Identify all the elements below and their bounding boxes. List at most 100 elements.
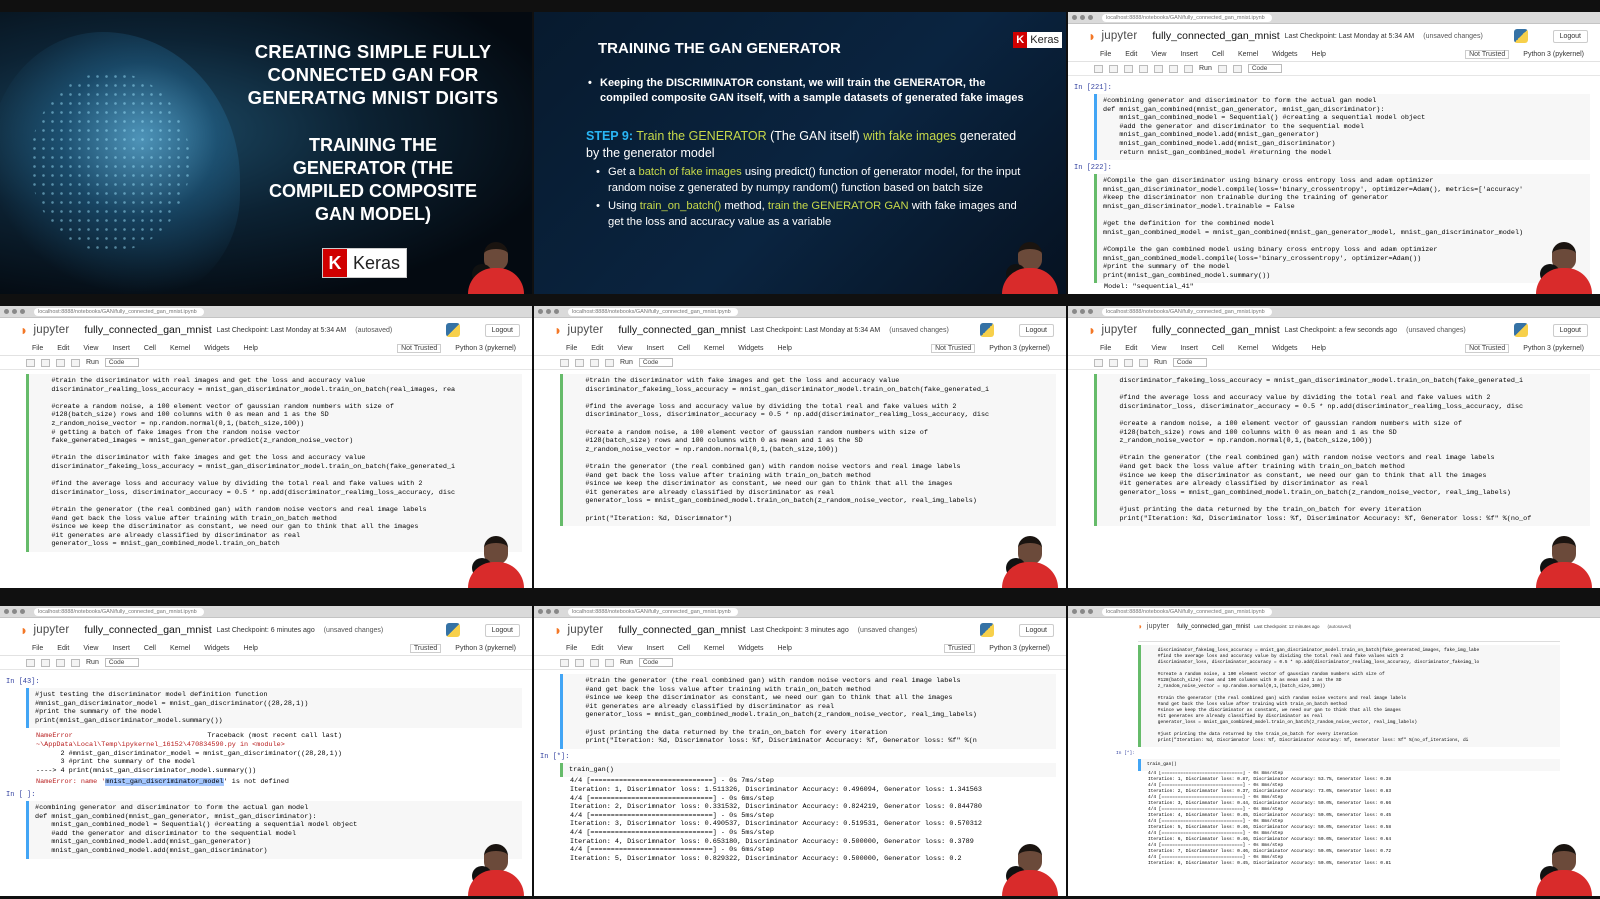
add-cell-icon[interactable] <box>41 358 50 367</box>
menu-widgets[interactable]: Widgets <box>1272 51 1297 58</box>
save-icon[interactable] <box>26 658 35 667</box>
cut-icon[interactable] <box>56 358 65 367</box>
cut-icon[interactable] <box>56 658 65 667</box>
copy-icon[interactable] <box>605 358 614 367</box>
run-button[interactable]: Run <box>86 359 99 366</box>
save-icon[interactable] <box>26 358 35 367</box>
copy-icon[interactable] <box>71 658 80 667</box>
copy-icon[interactable] <box>71 358 80 367</box>
menu-view[interactable]: View <box>1151 345 1166 352</box>
menu-kernel[interactable]: Kernel <box>1238 51 1258 58</box>
menu-widgets[interactable]: Widgets <box>204 345 229 352</box>
menu-widgets[interactable]: Widgets <box>738 345 763 352</box>
logout-button[interactable]: Logout <box>1552 323 1588 337</box>
address-bar[interactable]: localhost:8888/notebooks/GAN/fully_conne… <box>34 607 204 616</box>
notebook-name[interactable]: fully_connected_gan_mnist <box>84 624 211 636</box>
save-icon[interactable] <box>560 358 569 367</box>
code-cell[interactable]: #train the generator (the real combined … <box>560 674 1056 749</box>
address-bar[interactable]: localhost:8888/notebooks/GAN/fully_conne… <box>1102 13 1272 22</box>
address-bar[interactable]: localhost:8888/notebooks/GAN/fully_conne… <box>568 607 738 616</box>
notebook-name[interactable]: fully_connected_gan_mnist <box>618 624 745 636</box>
add-cell-icon[interactable] <box>1109 358 1118 367</box>
move-down-icon[interactable] <box>1184 64 1193 73</box>
menu-edit[interactable]: Edit <box>591 645 603 652</box>
logout-button[interactable]: Logout <box>484 323 520 337</box>
menu-cell[interactable]: Cell <box>678 345 690 352</box>
address-bar[interactable]: localhost:8888/notebooks/GAN/fully_conne… <box>568 307 738 316</box>
move-up-icon[interactable] <box>1169 64 1178 73</box>
save-icon[interactable] <box>1094 64 1103 73</box>
menu-kernel[interactable]: Kernel <box>704 345 724 352</box>
address-bar[interactable]: localhost:8888/notebooks/GAN/fully_conne… <box>34 307 204 316</box>
cell-type-select[interactable]: Code <box>638 358 674 367</box>
menu-widgets[interactable]: Widgets <box>738 645 763 652</box>
menu-insert[interactable]: Insert <box>646 345 664 352</box>
menu-widgets[interactable]: Widgets <box>204 645 229 652</box>
trusted-badge[interactable]: Not Trusted <box>931 344 976 353</box>
menu-insert[interactable]: Insert <box>112 345 130 352</box>
address-bar[interactable]: localhost:8888/notebooks/GAN/fully_conne… <box>1102 307 1272 316</box>
menu-file[interactable]: File <box>32 345 43 352</box>
menu-cell[interactable]: Cell <box>144 345 156 352</box>
menu-cell[interactable]: Cell <box>1212 51 1224 58</box>
menu-edit[interactable]: Edit <box>57 645 69 652</box>
menu-help[interactable]: Help <box>778 645 792 652</box>
code-cell[interactable]: train_gan() <box>560 762 1056 778</box>
menu-insert[interactable]: Insert <box>1180 51 1198 58</box>
cell-type-select[interactable]: Code <box>104 358 140 367</box>
menu-file[interactable]: File <box>566 345 577 352</box>
menu-help[interactable]: Help <box>244 345 258 352</box>
menu-insert[interactable]: Insert <box>112 645 130 652</box>
menu-view[interactable]: View <box>83 345 98 352</box>
menu-file[interactable]: File <box>1100 51 1111 58</box>
run-button[interactable]: Run <box>1199 65 1212 72</box>
menu-insert[interactable]: Insert <box>1180 345 1198 352</box>
code-cell[interactable]: #Compile the gan discriminator using bin… <box>1094 174 1590 284</box>
paste-icon[interactable] <box>1154 64 1163 73</box>
menu-file[interactable]: File <box>32 645 43 652</box>
code-cell[interactable]: #just testing the discriminator model de… <box>26 688 522 729</box>
code-cell[interactable]: discriminator_fakeimg_loss_accuracy = mn… <box>1138 645 1560 747</box>
save-icon[interactable] <box>560 658 569 667</box>
notebook-name[interactable]: fully_connected_gan_mnist <box>1177 624 1250 630</box>
menu-help[interactable]: Help <box>1312 51 1326 58</box>
run-button[interactable]: Run <box>620 659 633 666</box>
logout-button[interactable]: Logout <box>1552 29 1588 43</box>
cut-icon[interactable] <box>1124 64 1133 73</box>
notebook-name[interactable]: fully_connected_gan_mnist <box>1152 324 1279 336</box>
trusted-badge[interactable]: Trusted <box>943 644 976 653</box>
code-cell[interactable]: discriminator_fakeimg_loss_accuracy = mn… <box>1094 374 1590 527</box>
trusted-badge[interactable]: Trusted <box>409 644 442 653</box>
menu-help[interactable]: Help <box>244 645 258 652</box>
menu-edit[interactable]: Edit <box>1125 51 1137 58</box>
cut-icon[interactable] <box>590 358 599 367</box>
copy-icon[interactable] <box>605 658 614 667</box>
cut-icon[interactable] <box>590 658 599 667</box>
menu-kernel[interactable]: Kernel <box>170 345 190 352</box>
code-cell[interactable]: #train the discriminator with fake image… <box>560 374 1056 527</box>
code-cell[interactable]: #combining generator and discriminator t… <box>26 800 522 859</box>
code-cell[interactable]: train_gan() <box>1138 759 1560 771</box>
menu-view[interactable]: View <box>1151 51 1166 58</box>
add-cell-icon[interactable] <box>575 658 584 667</box>
cut-icon[interactable] <box>1124 358 1133 367</box>
notebook-name[interactable]: fully_connected_gan_mnist <box>618 324 745 336</box>
save-icon[interactable] <box>1094 358 1103 367</box>
menu-widgets[interactable]: Widgets <box>1272 345 1297 352</box>
add-cell-icon[interactable] <box>41 658 50 667</box>
menu-cell[interactable]: Cell <box>1212 345 1224 352</box>
run-button[interactable]: Run <box>86 659 99 666</box>
cell-type-select[interactable]: Code <box>638 658 674 667</box>
run-button[interactable]: Run <box>620 359 633 366</box>
menu-edit[interactable]: Edit <box>591 345 603 352</box>
menu-view[interactable]: View <box>617 345 632 352</box>
trusted-badge[interactable]: Not Trusted <box>397 344 442 353</box>
menu-file[interactable]: File <box>1100 345 1111 352</box>
menu-kernel[interactable]: Kernel <box>704 645 724 652</box>
restart-icon[interactable] <box>1232 64 1242 73</box>
code-cell[interactable]: #train the discriminator with real image… <box>26 374 522 552</box>
menu-edit[interactable]: Edit <box>57 345 69 352</box>
cell-type-select[interactable]: Code <box>1247 64 1283 73</box>
address-bar[interactable]: localhost:8888/notebooks/GAN/fully_conne… <box>1102 607 1272 616</box>
cell-type-select[interactable]: Code <box>1172 358 1208 367</box>
